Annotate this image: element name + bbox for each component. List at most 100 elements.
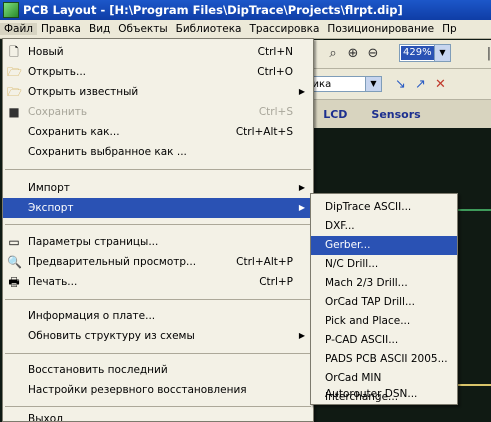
- menu-placement[interactable]: Позиционирование: [323, 23, 438, 35]
- menu-item-shortcut: Ctrl+O: [257, 66, 293, 78]
- menu-item-export[interactable]: Экспорт ▶: [3, 198, 313, 218]
- menu-separator: [5, 353, 311, 354]
- menu-separator: [5, 224, 311, 225]
- menu-separator: [5, 169, 311, 170]
- printer-icon: 🖶: [8, 275, 20, 289]
- menu-item-open[interactable]: 🗁 Открыть... Ctrl+O: [3, 62, 313, 82]
- chevron-right-icon: ▶: [298, 203, 305, 212]
- menu-item-exit[interactable]: Выход: [3, 409, 313, 422]
- new-file-icon: 🗋: [9, 45, 19, 59]
- export-item-gerber[interactable]: Gerber...: [311, 236, 457, 255]
- menu-separator: [5, 406, 311, 407]
- menu-item-label: Открыть...: [28, 66, 86, 78]
- chevron-down-icon[interactable]: ▼: [365, 77, 381, 91]
- open-folder-icon: 🗁: [7, 85, 22, 99]
- app-icon: [3, 2, 19, 18]
- page-setup-icon: ▭: [8, 235, 20, 249]
- zoom-out-icon[interactable]: ⊖: [365, 46, 381, 62]
- menu-item-label: Импорт: [28, 182, 70, 194]
- menu-item-shortcut: Ctrl+Alt+S: [235, 126, 293, 138]
- menu-edit[interactable]: Правка: [37, 23, 85, 35]
- menu-item-label: Печать...: [28, 276, 78, 288]
- library-tab[interactable]: Sensors: [371, 108, 420, 121]
- menu-item-import[interactable]: Импорт ▶: [3, 178, 313, 198]
- menu-item-label: Открыть известный: [28, 86, 139, 98]
- menu-item-label: Mach 2/3 Drill...: [325, 277, 408, 289]
- menu-item-print[interactable]: 🖶 Печать... Ctrl+P: [3, 272, 313, 292]
- menu-item-board-info[interactable]: Информация о плате...: [3, 306, 313, 326]
- menu-item-label: Параметры страницы...: [28, 236, 159, 248]
- menu-item-label: PADS PCB ASCII 2005...: [325, 353, 448, 365]
- chevron-right-icon: ▶: [298, 331, 305, 340]
- delete-track-icon[interactable]: ✕: [435, 77, 446, 92]
- menu-item-label: Предварительный просмотр...: [28, 256, 197, 268]
- export-item-pick-and-place[interactable]: Pick and Place...: [311, 312, 457, 331]
- menu-item-update-schematic[interactable]: Обновить структуру из схемы ▶: [3, 326, 313, 346]
- library-tab[interactable]: LCD: [323, 108, 347, 121]
- zoom-select[interactable]: 429% ▼: [399, 44, 451, 62]
- menu-item-open-known[interactable]: 🗁 Открыть известный ▶: [3, 82, 313, 102]
- menu-item-label: Новый: [28, 46, 64, 58]
- menu-item-label: N/C Drill...: [325, 258, 379, 270]
- menu-item-new[interactable]: 🗋 Новый Ctrl+N: [3, 42, 313, 62]
- menu-file[interactable]: Файл: [0, 23, 38, 35]
- export-item-pcad-ascii[interactable]: P-CAD ASCII...: [311, 331, 457, 350]
- open-folder-icon: 🗁: [7, 65, 22, 79]
- print-preview-icon: 🔍: [7, 255, 22, 269]
- menu-more[interactable]: Пр: [438, 23, 461, 35]
- menu-item-label: DipTrace ASCII...: [325, 201, 412, 213]
- menu-item-label: Экспорт: [28, 202, 74, 214]
- menu-view[interactable]: Вид: [85, 23, 114, 35]
- menu-item-label: Gerber...: [325, 239, 371, 251]
- menu-item-label: Обновить структуру из схемы: [28, 330, 195, 342]
- menu-routing[interactable]: Трассировка: [245, 23, 323, 35]
- menu-item-page-setup[interactable]: ▭ Параметры страницы...: [3, 232, 313, 252]
- menu-item-shortcut: Ctrl+S: [258, 106, 293, 118]
- export-item-autorouter-dsn[interactable]: Autorouter DSN...: [311, 385, 457, 404]
- menu-item-shortcut: Ctrl+P: [259, 276, 293, 288]
- menu-item-label: Сохранить: [28, 106, 88, 118]
- menu-item-save-selected[interactable]: Сохранить выбранное как ...: [3, 142, 313, 162]
- menu-objects[interactable]: Объекты: [114, 23, 171, 35]
- menu-item-save: ■ Сохранить Ctrl+S: [3, 102, 313, 122]
- floppy-disk-icon: ■: [8, 105, 20, 119]
- menu-item-label: Информация о плате...: [28, 310, 156, 322]
- menu-item-shortcut: Ctrl+Alt+P: [236, 256, 293, 268]
- file-menu: 🗋 Новый Ctrl+N 🗁 Открыть... Ctrl+O 🗁 Отк…: [2, 38, 314, 422]
- menu-separator: [5, 299, 311, 300]
- export-submenu: DipTrace ASCII... DXF... Gerber... N/C D…: [310, 193, 458, 405]
- menu-item-label: Настройки резервного восстановления: [28, 384, 247, 396]
- menu-item-label: Сохранить как...: [28, 126, 120, 138]
- track-icon[interactable]: ↗: [415, 77, 426, 92]
- toolbar-overflow-icon[interactable]: |: [481, 46, 491, 62]
- menu-library[interactable]: Библиотека: [172, 23, 246, 35]
- menu-item-label: OrCad TAP Drill...: [325, 296, 415, 308]
- menu-item-label: Выход: [28, 413, 64, 422]
- menu-item-label: Восстановить последний: [28, 364, 168, 376]
- export-item-pads-ascii[interactable]: PADS PCB ASCII 2005...: [311, 350, 457, 369]
- menu-item-print-preview[interactable]: 🔍 Предварительный просмотр... Ctrl+Alt+P: [3, 252, 313, 272]
- export-item-mach-drill[interactable]: Mach 2/3 Drill...: [311, 274, 457, 293]
- menu-item-label: Сохранить выбранное как ...: [28, 146, 187, 158]
- zoom-fit-icon[interactable]: ⌕: [325, 46, 341, 62]
- chevron-right-icon: ▶: [298, 87, 305, 96]
- export-item-dxf[interactable]: DXF...: [311, 217, 457, 236]
- export-item-nc-drill[interactable]: N/C Drill...: [311, 255, 457, 274]
- chevron-right-icon: ▶: [298, 183, 305, 192]
- title-bar: PCB Layout - [H:\Program Files\DipTrace\…: [0, 0, 491, 20]
- export-item-diptrace-ascii[interactable]: DipTrace ASCII...: [311, 198, 457, 217]
- menu-item-restore-last[interactable]: Восстановить последний: [3, 360, 313, 380]
- route-icon[interactable]: ↘: [395, 77, 406, 92]
- zoom-in-icon[interactable]: ⊕: [345, 46, 361, 62]
- menu-bar: Файл Правка Вид Объекты Библиотека Трасс…: [0, 20, 491, 39]
- menu-item-save-as[interactable]: Сохранить как... Ctrl+Alt+S: [3, 122, 313, 142]
- menu-item-label: Pick and Place...: [325, 315, 411, 327]
- window-title: PCB Layout - [H:\Program Files\DipTrace\…: [23, 3, 403, 17]
- export-item-orcad-tap-drill[interactable]: OrCad TAP Drill...: [311, 293, 457, 312]
- menu-item-backup-settings[interactable]: Настройки резервного восстановления: [3, 380, 313, 400]
- chevron-down-icon[interactable]: ▼: [434, 45, 450, 61]
- menu-item-label: DXF...: [325, 220, 355, 232]
- menu-item-label: P-CAD ASCII...: [325, 334, 399, 346]
- zoom-value: 429%: [401, 46, 434, 60]
- menu-item-label: Autorouter DSN...: [325, 388, 418, 400]
